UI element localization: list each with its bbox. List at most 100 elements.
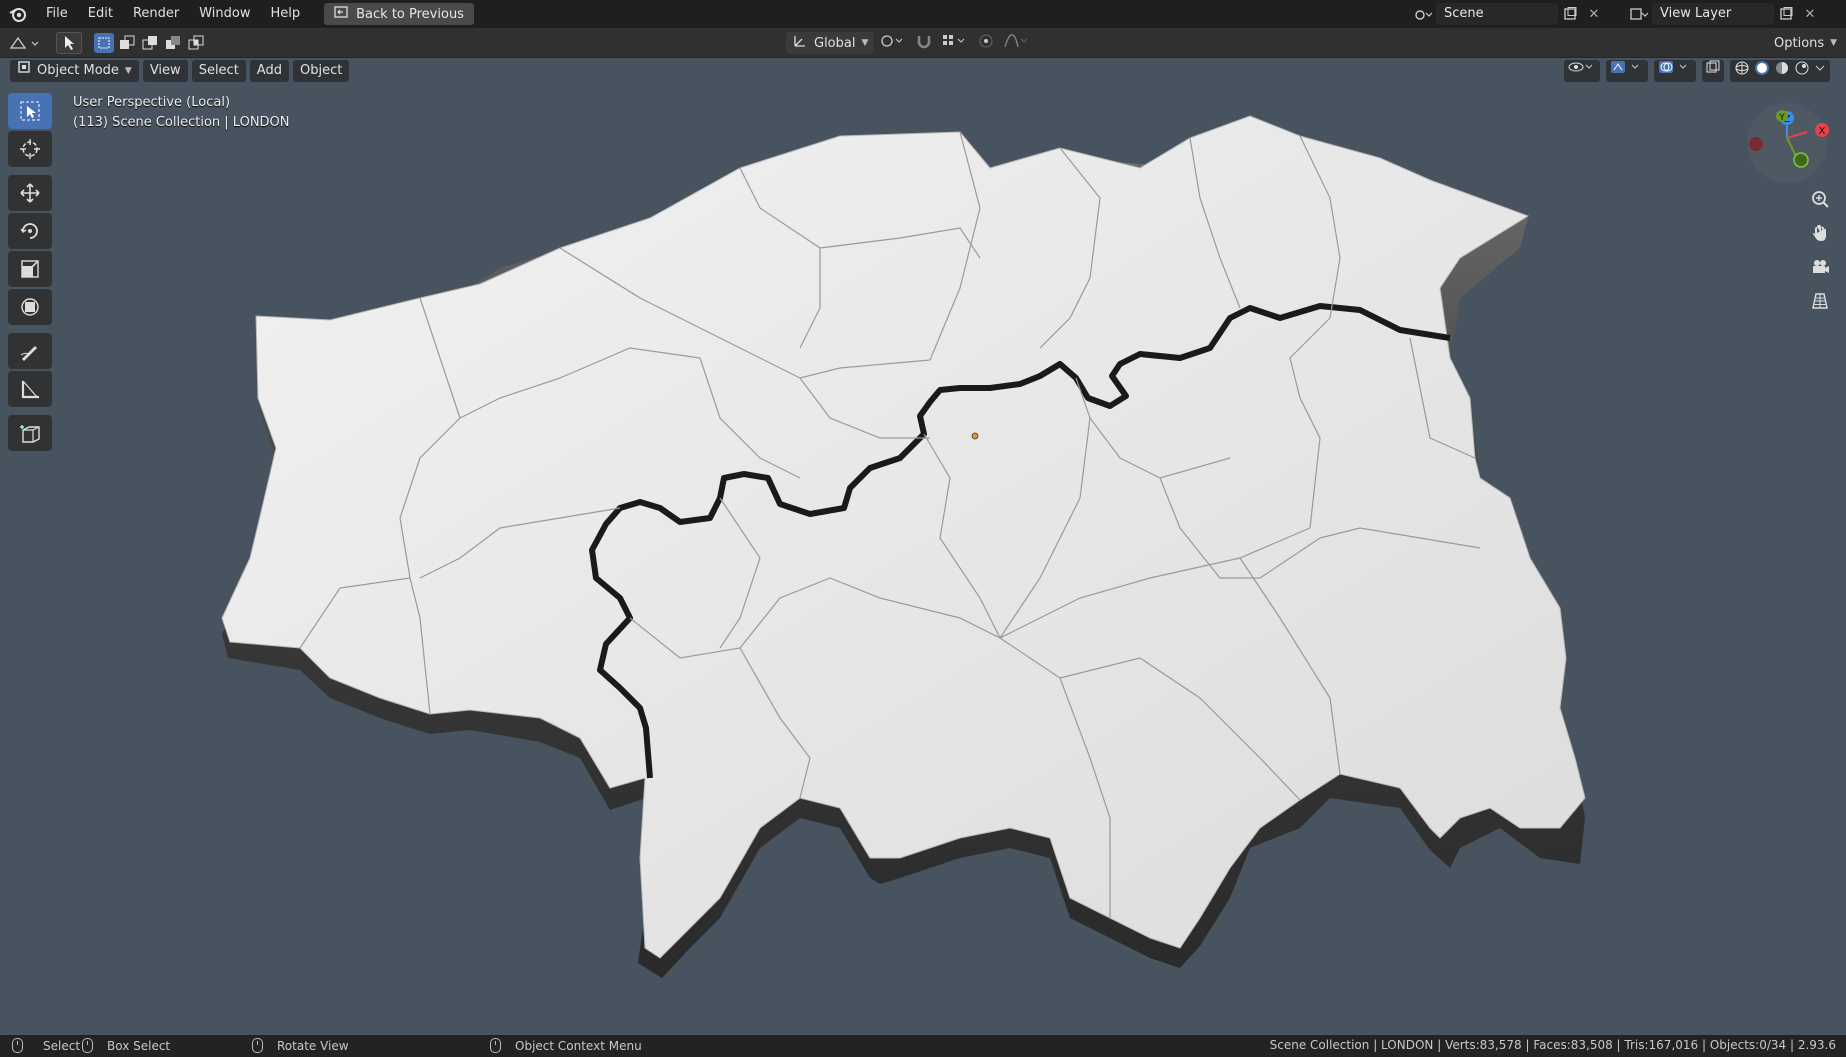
object-menu[interactable]: Object — [292, 60, 350, 82]
object-mode-dropdown[interactable]: Object Mode ▼ — [10, 60, 139, 82]
status-rotate-view-hint: Rotate View — [252, 1038, 349, 1053]
new-view-layer-icon[interactable] — [1774, 3, 1798, 25]
mouse-drag-icon — [82, 1038, 93, 1053]
transform-orientation-label: Global — [814, 35, 856, 51]
chevron-down-icon: ▼ — [124, 66, 132, 76]
transform-tool-icon[interactable] — [8, 289, 52, 325]
camera-view-icon[interactable] — [1804, 251, 1836, 283]
new-scene-icon[interactable] — [1558, 3, 1582, 25]
selection-mode-group — [94, 32, 206, 54]
view-layer-browse-icon[interactable] — [1628, 3, 1652, 25]
pan-hand-icon[interactable] — [1804, 217, 1836, 249]
back-to-previous-label: Back to Previous — [356, 6, 464, 22]
menu-file[interactable]: File — [36, 0, 78, 28]
proportional-editing-icon[interactable] — [978, 33, 994, 53]
scene-name-field[interactable]: Scene — [1436, 3, 1558, 25]
snap-magnet-icon[interactable] — [916, 33, 932, 53]
set-new-selection-icon[interactable] — [94, 33, 114, 53]
tool-shelf — [8, 93, 56, 453]
cursor-tool-icon[interactable] — [8, 131, 52, 167]
editor-type-icon[interactable] — [8, 32, 42, 54]
blender-logo-icon[interactable] — [0, 0, 36, 28]
status-rotate-view-label: Rotate View — [277, 1038, 349, 1053]
object-mode-icon — [17, 60, 31, 82]
chevron-down-icon: ▼ — [1830, 38, 1838, 48]
object-origin-dot — [971, 432, 979, 440]
scene-selector: Scene ✕ — [1412, 3, 1606, 25]
chevron-down-icon: ▼ — [861, 38, 869, 48]
delete-view-layer-icon[interactable]: ✕ — [1798, 3, 1822, 25]
menu-edit[interactable]: Edit — [78, 0, 123, 28]
mouse-right-icon — [490, 1038, 501, 1053]
add-menu[interactable]: Add — [249, 60, 289, 82]
delete-scene-icon[interactable]: ✕ — [1582, 3, 1606, 25]
orthographic-grid-icon[interactable] — [1804, 285, 1836, 317]
top-menu-bar: File Edit Render Window Help Back to Pre… — [0, 0, 1846, 28]
material-shading-icon[interactable] — [1774, 60, 1790, 76]
back-screen-icon — [334, 6, 348, 22]
wireframe-shading-icon[interactable] — [1734, 60, 1750, 76]
navigation-gizmo[interactable]: Z Y X — [1742, 98, 1832, 188]
scene-statistics: Scene Collection | LONDON | Verts:83,578… — [1269, 1038, 1836, 1052]
xray-toggle-icon[interactable] — [1702, 60, 1724, 82]
status-context-menu-hint: Object Context Menu — [490, 1038, 642, 1053]
view-perspective-label: User Perspective (Local) — [73, 95, 231, 110]
snapping-group — [880, 32, 1030, 54]
select-menu[interactable]: Select — [191, 60, 246, 82]
orientation-axis-icon — [792, 33, 808, 53]
viewport-shading-controls — [1564, 60, 1830, 82]
scene-collection-label: (113) Scene Collection | LONDON — [73, 115, 290, 130]
menu-render[interactable]: Render — [123, 0, 189, 28]
status-box-select-hint: Box Select — [82, 1038, 170, 1053]
mouse-left-icon — [12, 1038, 23, 1053]
zoom-icon[interactable] — [1804, 183, 1836, 215]
invert-selection-icon[interactable] — [163, 33, 183, 53]
view-layer-name-field[interactable]: View Layer — [1652, 3, 1774, 25]
viewport-navigation — [1804, 183, 1836, 319]
gizmo-x-label: X — [1819, 126, 1826, 137]
extend-selection-icon[interactable] — [117, 33, 137, 53]
status-box-select-label: Box Select — [107, 1038, 171, 1053]
annotate-tool-icon[interactable] — [8, 333, 52, 369]
rendered-shading-icon[interactable] — [1794, 60, 1810, 76]
pivot-point-icon[interactable] — [880, 33, 906, 53]
scene-browse-icon[interactable] — [1412, 3, 1436, 25]
transform-orientation-dropdown[interactable]: Global ▼ — [786, 32, 875, 54]
back-to-previous-button[interactable]: Back to Previous — [324, 3, 474, 25]
solid-shading-icon[interactable] — [1754, 60, 1770, 76]
options-label: Options — [1774, 35, 1825, 51]
intersect-selection-icon[interactable] — [186, 33, 206, 53]
3d-viewport[interactable]: Object Mode ▼ View Select Add Object Use… — [0, 58, 1846, 1035]
mouse-middle-icon — [252, 1038, 263, 1053]
scale-tool-icon[interactable] — [8, 251, 52, 287]
snap-increment-icon[interactable] — [942, 33, 968, 53]
tool-header: Global ▼ Options ▼ — [0, 28, 1846, 58]
view-menu[interactable]: View — [142, 60, 188, 82]
status-select-hint: Select — [12, 1038, 80, 1053]
gizmo-neg-x-axis[interactable] — [1749, 137, 1763, 151]
rotate-tool-icon[interactable] — [8, 213, 52, 249]
select-tool-icon[interactable] — [56, 32, 82, 54]
measure-tool-icon[interactable] — [8, 371, 52, 407]
london-map-mesh[interactable] — [0, 58, 1846, 1035]
menu-help[interactable]: Help — [261, 0, 311, 28]
overlays-toggle-icon[interactable] — [1654, 60, 1696, 82]
select-box-tool-icon[interactable] — [8, 93, 52, 129]
status-bar: Select Box Select Rotate View Object Con… — [0, 1035, 1846, 1057]
visibility-eye-icon[interactable] — [1564, 60, 1600, 82]
view-layer-selector: View Layer ✕ — [1628, 3, 1822, 25]
shading-options-chevron-icon[interactable] — [1814, 60, 1826, 76]
status-select-label: Select — [43, 1038, 81, 1053]
add-cube-tool-icon[interactable] — [8, 415, 52, 451]
gizmo-toggle-icon[interactable] — [1606, 60, 1648, 82]
menu-window[interactable]: Window — [189, 0, 260, 28]
gizmo-neg-y-axis[interactable] — [1793, 152, 1809, 168]
object-mode-label: Object Mode — [37, 63, 119, 78]
viewport-header: Object Mode ▼ View Select Add Object — [0, 58, 1846, 84]
falloff-curve-icon[interactable] — [1004, 33, 1030, 53]
gizmo-y-label: Y — [1778, 113, 1785, 123]
subtract-selection-icon[interactable] — [140, 33, 160, 53]
options-dropdown[interactable]: Options ▼ — [1768, 32, 1844, 54]
move-tool-icon[interactable] — [8, 175, 52, 211]
shading-mode-group — [1730, 60, 1830, 82]
